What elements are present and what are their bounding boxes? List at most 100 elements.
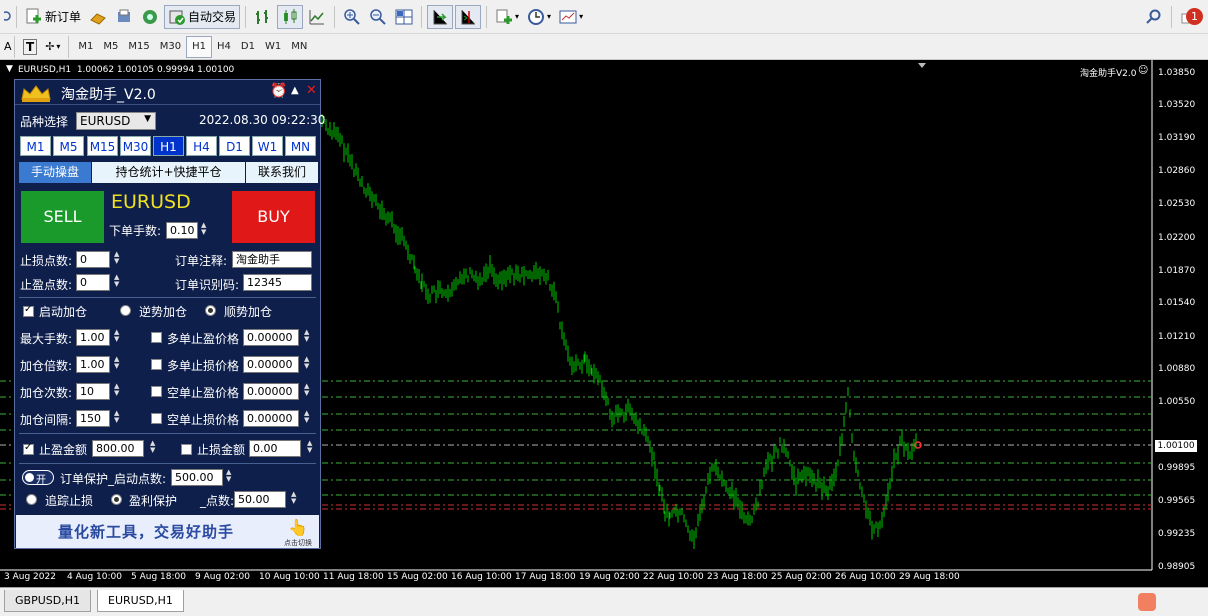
chart-collapse-arrow[interactable]: ▼: [6, 64, 13, 74]
lot-spinner[interactable]: ▲ ▼: [201, 222, 208, 236]
bar-chart-button[interactable]: [251, 5, 275, 29]
minimize-arrow-icon[interactable]: ▲: [291, 85, 299, 96]
sl-points-spinner[interactable]: ▲ ▼: [114, 251, 121, 265]
tile-windows-button[interactable]: [392, 5, 416, 29]
profit-protect-radio[interactable]: [111, 494, 122, 505]
points-spinner[interactable]: ▲ ▼: [291, 491, 298, 505]
history-button[interactable]: [86, 5, 110, 29]
tf-M5[interactable]: M5: [98, 36, 123, 58]
symbol-select[interactable]: EURUSD ▼: [76, 112, 156, 130]
arrows-tool[interactable]: ✢ ▾: [42, 35, 63, 59]
add-multiplier-spinner[interactable]: ▲ ▼: [114, 356, 121, 370]
market-button[interactable]: [138, 5, 162, 29]
line-chart-button[interactable]: [305, 5, 329, 29]
panel-tf-W1[interactable]: W1: [252, 136, 283, 156]
buy-tp-price-input[interactable]: 0.00000: [243, 329, 299, 346]
panel-tf-M1[interactable]: M1: [20, 136, 51, 156]
sl-amount-spinner[interactable]: ▲ ▼: [307, 440, 314, 454]
tab-eurusd-h1[interactable]: EURUSD,H1: [97, 590, 184, 612]
max-lot-input[interactable]: 1.00: [76, 329, 110, 346]
order-protect-toggle[interactable]: 开: [22, 470, 54, 486]
promo-banner[interactable]: 量化新工具，交易好助手 👆 点击切换: [16, 515, 319, 548]
panel-tf-M30[interactable]: M30: [120, 136, 151, 156]
zoom-out-button[interactable]: [366, 5, 390, 29]
panel-tf-D1[interactable]: D1: [219, 136, 250, 156]
indicators-button[interactable]: ▾: [492, 5, 522, 29]
cursor-tool[interactable]: A: [1, 35, 12, 59]
add-count-spinner[interactable]: ▲ ▼: [114, 383, 121, 397]
tab-contact-us[interactable]: 联系我们: [246, 162, 318, 183]
lot-input[interactable]: 0.10: [166, 222, 198, 239]
text-tool[interactable]: T: [20, 35, 40, 59]
tp-points-spinner[interactable]: ▲ ▼: [114, 274, 121, 288]
buy-tp-price-spinner[interactable]: ▲ ▼: [304, 329, 311, 343]
points-input[interactable]: 50.00: [234, 491, 286, 508]
tf-H4[interactable]: H4: [212, 36, 236, 58]
trailing-stop-radio[interactable]: [26, 494, 37, 505]
add-interval-spinner[interactable]: ▲ ▼: [114, 410, 121, 424]
panel-tf-M15[interactable]: M15: [87, 136, 118, 156]
panel-titlebar[interactable]: 淘金助手_V2.0 ⏰ ▲ ✕: [15, 80, 320, 105]
tab-manual-trade[interactable]: 手动操盘: [19, 162, 91, 183]
auto-trade-label: 自动交易: [188, 10, 237, 24]
sell-tp-price-spinner[interactable]: ▲ ▼: [304, 383, 311, 397]
buy-sl-price-spinner[interactable]: ▲ ▼: [304, 356, 311, 370]
tf-W1[interactable]: W1: [260, 36, 286, 58]
tp-amount-spinner[interactable]: ▲ ▼: [150, 440, 157, 454]
enable-add-checkbox[interactable]: [23, 304, 34, 317]
sell-sl-price-spinner[interactable]: ▲ ▼: [304, 410, 311, 424]
buy-button[interactable]: BUY: [232, 191, 315, 243]
max-lot-spinner[interactable]: ▲ ▼: [114, 329, 121, 343]
add-multiplier-input[interactable]: 1.00: [76, 356, 110, 373]
new-order-button[interactable]: 新订单: [22, 5, 84, 29]
tf-M30[interactable]: M30: [155, 36, 186, 58]
chart-shift-button[interactable]: [455, 4, 482, 29]
magic-input[interactable]: 12345: [243, 274, 312, 291]
sell-tp-price-checkbox[interactable]: [151, 386, 162, 397]
buy-tp-price-checkbox[interactable]: [151, 332, 162, 343]
signals-button[interactable]: [112, 5, 136, 29]
buy-sl-price-checkbox[interactable]: [151, 359, 162, 370]
add-interval-input[interactable]: 150: [76, 410, 110, 427]
tp-amount-checkbox[interactable]: [23, 442, 34, 455]
sl-amount-checkbox[interactable]: [181, 444, 192, 455]
trend-add-radio[interactable]: [205, 305, 216, 316]
x-axis-label: 19 Aug 02:00: [579, 572, 640, 582]
order-comment-input[interactable]: 淘金助手: [232, 251, 312, 268]
sell-sl-price-input[interactable]: 0.00000: [243, 410, 299, 427]
add-count-input[interactable]: 10: [76, 383, 110, 400]
zoom-tool-button[interactable]: [1, 5, 11, 29]
sell-button[interactable]: SELL: [21, 191, 104, 243]
sl-points-input[interactable]: 0: [76, 251, 110, 268]
templates-button[interactable]: ▾: [556, 5, 586, 29]
tf-H1[interactable]: H1: [186, 35, 213, 58]
tf-D1[interactable]: D1: [236, 36, 260, 58]
tp-points-input[interactable]: 0: [76, 274, 110, 291]
zoom-in-button[interactable]: [340, 5, 364, 29]
panel-tf-MN[interactable]: MN: [285, 136, 316, 156]
tab-position-stats[interactable]: 持仓统计+快捷平仓: [92, 162, 245, 183]
buy-sl-price-input[interactable]: 0.00000: [243, 356, 299, 373]
tf-M1[interactable]: M1: [73, 36, 98, 58]
sell-sl-price-checkbox[interactable]: [151, 413, 162, 424]
candlestick-button[interactable]: [277, 4, 304, 29]
auto-trade-button[interactable]: 自动交易: [164, 4, 241, 29]
autoscroll-button[interactable]: [427, 4, 454, 29]
alarm-clock-icon[interactable]: ⏰: [270, 83, 287, 99]
order-protect-spinner[interactable]: ▲ ▼: [226, 469, 233, 483]
periods-button[interactable]: ▾: [524, 5, 554, 29]
close-icon[interactable]: ✕: [306, 83, 317, 98]
search-button[interactable]: [1142, 5, 1166, 29]
order-protect-input[interactable]: 500.00: [171, 469, 223, 486]
tf-M15[interactable]: M15: [123, 36, 154, 58]
panel-tf-H4[interactable]: H4: [186, 136, 217, 156]
tp-amount-input[interactable]: 800.00: [92, 440, 144, 457]
sell-tp-price-input[interactable]: 0.00000: [243, 383, 299, 400]
notifications-button[interactable]: 1: [1177, 5, 1207, 29]
tf-MN[interactable]: MN: [286, 36, 312, 58]
tab-gbpusd-h1[interactable]: GBPUSD,H1: [4, 590, 91, 612]
panel-tf-H1[interactable]: H1: [153, 136, 184, 156]
counter-add-radio[interactable]: [120, 305, 131, 316]
panel-tf-M5[interactable]: M5: [53, 136, 84, 156]
sl-amount-input[interactable]: 0.00: [249, 440, 301, 457]
